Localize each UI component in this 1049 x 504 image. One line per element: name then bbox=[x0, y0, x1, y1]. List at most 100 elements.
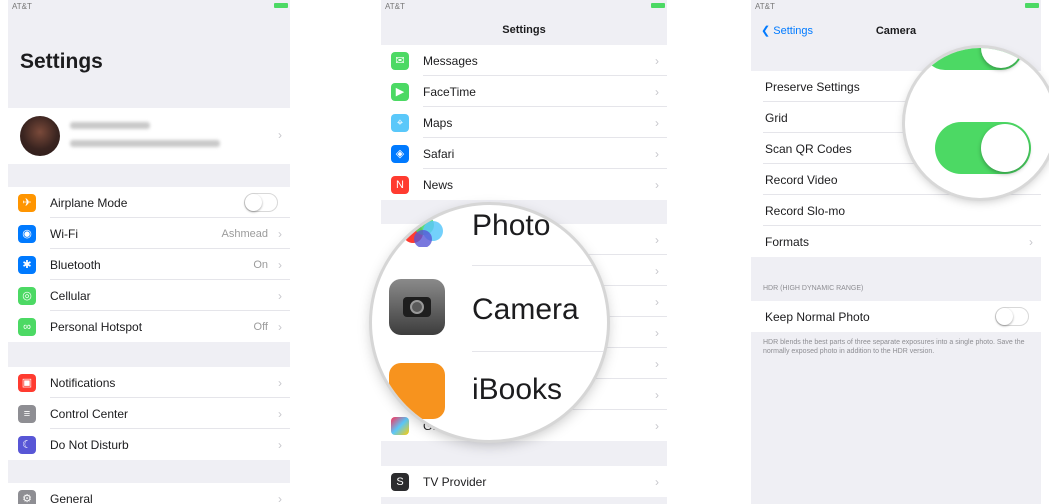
chevron-right-icon: › bbox=[655, 232, 659, 247]
row-label: Grid bbox=[765, 110, 788, 125]
settings-row-control-center[interactable]: ≡ Control Center › bbox=[8, 398, 290, 429]
chevron-right-icon: › bbox=[655, 177, 659, 192]
camera-icon bbox=[389, 279, 445, 335]
nav-title: Settings bbox=[502, 24, 546, 36]
row-value: Off bbox=[253, 320, 268, 333]
hdr-section-header: HDR (HIGH DYNAMIC RANGE) bbox=[763, 285, 864, 292]
ibooks-label: iBooks bbox=[472, 373, 563, 406]
chevron-right-icon: › bbox=[655, 53, 659, 68]
toggle-zoom-lens bbox=[905, 48, 1049, 198]
settings-screen: AT&T Settings › ✈ Airplane Mode ◉ Wi-Fi Ashm… bbox=[8, 0, 290, 504]
row-label: FaceTime bbox=[423, 84, 476, 99]
row-label: Record Video bbox=[765, 172, 838, 187]
settings-row-notifications[interactable]: ▣ Notifications › bbox=[8, 367, 290, 398]
hdr-footnote: HDR blends the best parts of three separ… bbox=[763, 339, 1025, 355]
settings-row-maps[interactable]: ⌖ Maps › bbox=[381, 107, 667, 138]
messages-icon: ✉ bbox=[391, 52, 409, 70]
settings-row-airplane-mode[interactable]: ✈ Airplane Mode bbox=[8, 187, 290, 218]
airplane-icon: ✈ bbox=[18, 194, 36, 212]
preserve-settings-toggle[interactable] bbox=[923, 48, 1023, 70]
row-label: Record Slo-mo bbox=[765, 203, 846, 218]
chevron-right-icon: › bbox=[655, 356, 659, 371]
chevron-right-icon: › bbox=[278, 257, 282, 272]
settings-row-wi-fi[interactable]: ◉ Wi-Fi Ashmead › bbox=[8, 218, 290, 249]
airplane-mode-toggle[interactable] bbox=[244, 193, 278, 212]
row-label: News bbox=[423, 177, 454, 192]
scan-qr-codes-toggle[interactable] bbox=[935, 122, 1031, 174]
divider bbox=[472, 265, 607, 266]
settings-row-do-not-disturb[interactable]: ☾ Do Not Disturb › bbox=[8, 429, 290, 460]
settings-row-general[interactable]: ⚙ General › bbox=[8, 483, 290, 504]
settings-row-facetime[interactable]: ▶ FaceTime › bbox=[381, 76, 667, 107]
keep-normal-photo-toggle[interactable] bbox=[995, 307, 1029, 326]
row-label: Safari bbox=[423, 146, 455, 161]
row-value: Ashmead bbox=[221, 227, 268, 240]
chevron-right-icon: › bbox=[1029, 234, 1033, 249]
row-label: Airplane Mode bbox=[50, 195, 128, 210]
settings-row-tv-provider[interactable]: S TV Provider › bbox=[381, 466, 667, 497]
settings-row-cellular[interactable]: ◎ Cellular › bbox=[8, 280, 290, 311]
chevron-right-icon: › bbox=[655, 294, 659, 309]
row-label: Maps bbox=[423, 115, 453, 130]
camera-label[interactable]: Camera bbox=[472, 293, 579, 327]
camera-row-record-slo-mo[interactable]: Record Slo-mo bbox=[751, 195, 1041, 226]
row-label: Notifications bbox=[50, 375, 116, 390]
chevron-right-icon: › bbox=[655, 146, 659, 161]
moon-icon: ☾ bbox=[18, 436, 36, 454]
chevron-right-icon: › bbox=[278, 128, 282, 142]
battery-icon bbox=[651, 3, 665, 8]
row-label: General bbox=[50, 491, 93, 504]
chevron-right-icon: › bbox=[278, 437, 282, 452]
settings-row-personal-hotspot[interactable]: ∞ Personal Hotspot Off › bbox=[8, 311, 290, 342]
row-label: Bluetooth bbox=[50, 257, 101, 272]
page-title: Settings bbox=[20, 50, 103, 73]
cellular-icon: ◎ bbox=[18, 287, 36, 305]
row-label: TV Provider bbox=[423, 474, 487, 489]
settings-row-news[interactable]: N News › bbox=[381, 169, 667, 200]
magnifier-lens: Photo Camera iBooks bbox=[372, 205, 607, 440]
maps-icon: ⌖ bbox=[391, 114, 409, 132]
chevron-right-icon: › bbox=[278, 288, 282, 303]
apple-id-profile[interactable]: › bbox=[8, 108, 290, 164]
chevron-right-icon: › bbox=[278, 319, 282, 334]
row-label: Formats bbox=[765, 234, 810, 249]
chevron-right-icon: › bbox=[655, 84, 659, 99]
settings-row-messages[interactable]: ✉ Messages › bbox=[381, 45, 667, 76]
carrier-label: AT&T bbox=[755, 2, 775, 11]
ibooks-icon bbox=[389, 363, 445, 419]
row-label: Messages bbox=[423, 53, 478, 68]
chevron-right-icon: › bbox=[278, 226, 282, 241]
row-label: Control Center bbox=[50, 406, 129, 421]
profile-subtitle-blurred bbox=[70, 140, 220, 147]
settings-row-safari[interactable]: ◈ Safari › bbox=[381, 138, 667, 169]
chevron-right-icon: › bbox=[655, 115, 659, 130]
chevron-right-icon: › bbox=[655, 387, 659, 402]
tv-provider-icon: S bbox=[391, 473, 409, 491]
hotspot-icon: ∞ bbox=[18, 318, 36, 336]
news-icon: N bbox=[391, 176, 409, 194]
camera-row-formats[interactable]: Formats › bbox=[751, 226, 1041, 257]
control-center-icon: ≡ bbox=[18, 405, 36, 423]
nav-title: Camera bbox=[875, 25, 917, 37]
battery-icon bbox=[1025, 3, 1039, 8]
chevron-right-icon: › bbox=[278, 375, 282, 390]
bluetooth-icon: ✱ bbox=[18, 256, 36, 274]
row-label: Preserve Settings bbox=[765, 79, 860, 94]
chevron-right-icon: › bbox=[655, 418, 659, 433]
carrier-label: AT&T bbox=[12, 2, 32, 11]
status-bar: AT&T bbox=[381, 0, 667, 14]
row-value: On bbox=[253, 258, 268, 271]
photos-icon bbox=[403, 215, 443, 247]
chevron-right-icon: › bbox=[655, 325, 659, 340]
profile-name-blurred bbox=[70, 122, 150, 129]
wifi-icon: ◉ bbox=[18, 225, 36, 243]
safari-icon: ◈ bbox=[391, 145, 409, 163]
chevron-right-icon: › bbox=[655, 263, 659, 278]
photos-label: Photo bbox=[472, 209, 551, 242]
status-bar: AT&T bbox=[8, 0, 290, 14]
settings-row-bluetooth[interactable]: ✱ Bluetooth On › bbox=[8, 249, 290, 280]
row-label: Wi-Fi bbox=[50, 226, 78, 241]
battery-icon bbox=[274, 3, 288, 8]
row-label: Scan QR Codes bbox=[765, 141, 852, 156]
game-center-icon bbox=[391, 417, 409, 435]
